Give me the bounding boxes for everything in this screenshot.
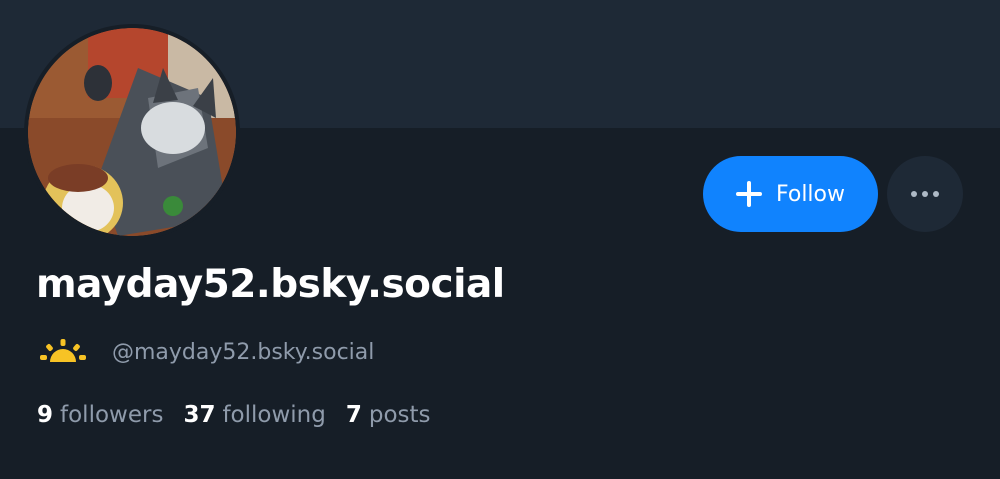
avatar-photo <box>28 28 236 236</box>
follow-label: Follow <box>775 181 845 207</box>
display-name: mayday52.bsky.social <box>36 262 505 307</box>
plus-icon <box>735 181 762 207</box>
posts-count: 7 <box>345 402 362 428</box>
following-count: 37 <box>183 402 216 428</box>
profile-stats: 9 followers 37 following 7 posts <box>37 402 431 428</box>
handle[interactable]: @mayday52.bsky.social <box>112 340 374 365</box>
following-label: following <box>222 402 326 428</box>
follow-button[interactable]: Follow <box>703 156 878 232</box>
followers-label: followers <box>60 402 164 428</box>
posts-label: posts <box>368 402 431 428</box>
ellipsis-icon <box>933 191 939 197</box>
profile-page: Follow mayday52.bsky.social @mayday52.bs… <box>0 0 1000 479</box>
ellipsis-icon <box>911 191 917 197</box>
following-stat[interactable]: 37 following <box>183 402 325 428</box>
followers-count: 9 <box>37 402 54 428</box>
followers-stat[interactable]: 9 followers <box>37 402 163 428</box>
handle-row: @mayday52.bsky.social <box>38 334 374 370</box>
ellipsis-icon <box>922 191 928 197</box>
posts-stat: 7 posts <box>346 402 431 428</box>
more-options-button[interactable] <box>887 156 963 232</box>
sun-icon <box>38 338 88 366</box>
avatar[interactable] <box>24 24 240 240</box>
